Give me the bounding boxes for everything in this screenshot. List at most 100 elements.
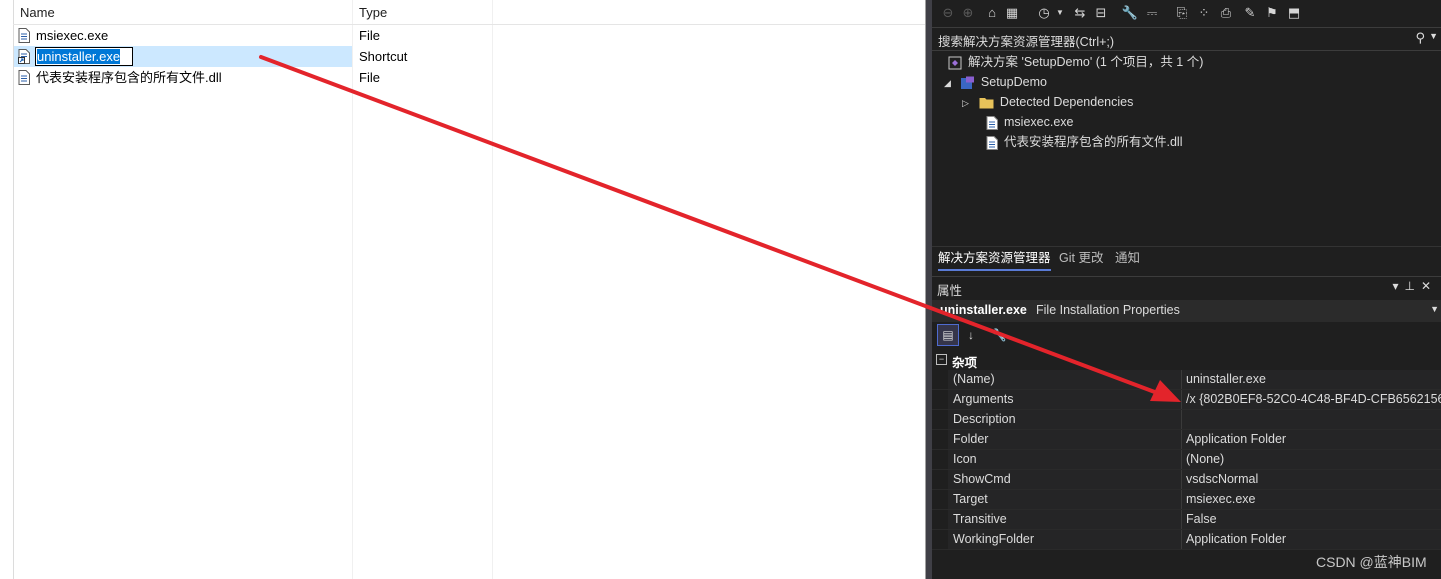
setup-project-icon [960, 76, 974, 89]
property-row[interactable]: ShowCmd vsdscNormal [932, 470, 1441, 490]
properties-title: 属性 [937, 284, 963, 298]
property-key: Target [948, 490, 1181, 509]
chevron-down-icon[interactable]: ▼ [1430, 304, 1439, 314]
property-value[interactable] [1181, 410, 1441, 429]
tree-item-label: 代表安装程序包含的所有文件.dll [1004, 135, 1183, 149]
tree-item-label: msiexec.exe [1004, 115, 1074, 129]
tree-solution[interactable]: 解决方案 'SetupDemo' (1 个项目，共 1 个) [948, 52, 1203, 72]
visual-studio-pane: ⊖ ⊕ ⌂ ▦ ◷ ▼ ⇆ ⊟ 🔧 ⎓ ⎘ ⁘ ⎙ ✎ ⚑ ⬒ 搜索解决方案资源… [932, 0, 1441, 579]
property-row[interactable]: Description [932, 410, 1441, 430]
sync-icon[interactable]: ⇆ [1071, 4, 1089, 22]
project-label: SetupDemo [980, 75, 1047, 89]
tool-window-tabs: 解决方案资源管理器 Git 更改 通知 [932, 246, 1441, 271]
property-key: Description [948, 410, 1181, 429]
tree-project[interactable]: ◢ SetupDemo [944, 72, 1047, 92]
pin-icon[interactable]: ⊥ [1404, 279, 1420, 293]
expanded-arrow-icon[interactable]: ◢ [944, 78, 951, 88]
properties-window-header: 属性 ▾⊥✕ [932, 276, 1441, 299]
property-key: WorkingFolder [948, 530, 1181, 549]
property-row[interactable]: Icon (None) [932, 450, 1441, 470]
property-value[interactable]: (None) [1181, 450, 1441, 469]
chevron-down-icon[interactable]: ▼ [1429, 31, 1438, 41]
tab-git-changes[interactable]: Git 更改 [1059, 247, 1103, 269]
file-type: File [359, 28, 380, 43]
rename-input-text: uninstaller.exe [37, 49, 121, 64]
registry-editor-icon[interactable]: ⁘ [1195, 4, 1213, 22]
file-name: msiexec.exe [36, 28, 109, 43]
property-value[interactable]: vsdscNormal [1181, 470, 1441, 489]
forward-icon[interactable]: ⊕ [959, 4, 977, 22]
property-value[interactable]: Application Folder [1181, 530, 1441, 549]
property-row[interactable]: Folder Application Folder [932, 430, 1441, 450]
property-value[interactable]: uninstaller.exe [1181, 370, 1441, 389]
home-icon[interactable]: ⌂ [983, 4, 1001, 22]
rename-input[interactable]: uninstaller.exe [35, 47, 134, 66]
tree-item-dependencies[interactable]: ▷ Detected Dependencies [962, 92, 1133, 112]
object-name: uninstaller.exe [940, 303, 1027, 317]
window-controls: ▾⊥✕ [1392, 279, 1437, 293]
file-types-icon[interactable]: ⎙ [1217, 4, 1235, 22]
left-gutter [0, 0, 14, 579]
solution-search-box[interactable]: 搜索解决方案资源管理器(Ctrl+;) ⚲ ▼ [932, 27, 1441, 51]
file-type: File [359, 70, 380, 85]
tree-item-file[interactable]: 代表安装程序包含的所有文件.dll [986, 132, 1182, 152]
user-interface-icon[interactable]: ⬒ [1285, 4, 1303, 22]
property-value[interactable]: /x {802B0EF8-52C0-4C48-BF4D-CFB6562156 [1181, 390, 1441, 409]
object-selector[interactable]: uninstaller.exe File Installation Proper… [932, 300, 1441, 322]
shortcut-icon [18, 49, 30, 64]
property-row[interactable]: Arguments/x {802B0EF8-52C0-4C48-BF4D-CFB… [932, 390, 1441, 410]
file-row[interactable]: 代表安装程序包含的所有文件.dll File [14, 67, 921, 88]
column-header-name[interactable]: Name [20, 0, 55, 24]
file-icon [18, 70, 30, 85]
launch-conditions-icon[interactable]: ⚑ [1263, 4, 1281, 22]
categorized-icon[interactable]: ▤ [937, 324, 959, 346]
property-key: Folder [948, 430, 1181, 449]
custom-actions-icon[interactable]: ✎ [1241, 4, 1259, 22]
file-row-selected[interactable]: uninstaller.exe Shortcut [14, 46, 921, 67]
property-key: ShowCmd [948, 470, 1181, 489]
property-key: Arguments [948, 390, 1181, 409]
properties-toolbar: ▤ ↓ 🔧 [932, 323, 1441, 348]
search-icon[interactable]: ⚲ [1415, 30, 1425, 46]
property-key: (Name) [948, 370, 1181, 389]
chevron-down-icon[interactable]: ▾ [1392, 279, 1404, 293]
tab-notifications[interactable]: 通知 [1115, 247, 1140, 269]
search-input[interactable]: 搜索解决方案资源管理器(Ctrl+;) [938, 31, 1114, 50]
preview-icon[interactable]: ⎓ [1143, 4, 1161, 22]
file-icon [986, 115, 998, 130]
property-row[interactable]: (Name) uninstaller.exe [932, 370, 1441, 390]
property-key: Transitive [948, 510, 1181, 529]
property-pages-wrench-icon[interactable]: 🔧 [989, 325, 1009, 345]
back-icon[interactable]: ⊖ [939, 4, 957, 22]
tree-item-file[interactable]: msiexec.exe [986, 112, 1073, 132]
property-category[interactable]: − 杂项 [932, 350, 1441, 370]
solution-label: 解决方案 'SetupDemo' (1 个项目，共 1 个) [968, 55, 1204, 69]
file-editor-icon[interactable]: ⎘ [1173, 4, 1191, 22]
property-grid: (Name) uninstaller.exe Arguments/x {802B0… [932, 370, 1441, 550]
solution-explorer-toolbar: ⊖ ⊕ ⌂ ▦ ◷ ▼ ⇆ ⊟ 🔧 ⎓ ⎘ ⁘ ⎙ ✎ ⚑ ⬒ [932, 0, 1441, 26]
chevron-down-icon[interactable]: ▼ [1051, 4, 1069, 22]
properties-wrench-icon[interactable]: 🔧 [1121, 4, 1139, 22]
alphabetical-sort-icon[interactable]: ↓ [961, 325, 981, 345]
property-value[interactable]: Application Folder [1181, 430, 1441, 449]
property-key: Icon [948, 450, 1181, 469]
folder-icon [979, 98, 994, 109]
category-label: 杂项 [952, 356, 978, 370]
collapse-toggle-icon[interactable]: − [936, 354, 947, 365]
property-row[interactable]: Target msiexec.exe [932, 490, 1441, 510]
collapse-all-icon[interactable]: ⊟ [1092, 4, 1110, 22]
collapsed-arrow-icon[interactable]: ▷ [962, 98, 969, 108]
column-header-type[interactable]: Type [359, 0, 387, 24]
property-value[interactable]: False [1181, 510, 1441, 529]
tab-solution-explorer[interactable]: 解决方案资源管理器 [938, 247, 1051, 271]
object-kind: File Installation Properties [1036, 303, 1180, 317]
property-value[interactable]: msiexec.exe [1181, 490, 1441, 509]
watermark: CSDN @蓝神BIM [1316, 554, 1427, 570]
close-icon[interactable]: ✕ [1421, 279, 1437, 293]
property-row[interactable]: WorkingFolder Application Folder [932, 530, 1441, 550]
file-row[interactable]: msiexec.exe File [14, 25, 921, 46]
property-row[interactable]: Transitive False [932, 510, 1441, 530]
file-name: 代表安装程序包含的所有文件.dll [36, 70, 222, 85]
file-icon [986, 135, 998, 150]
switch-views-icon[interactable]: ▦ [1003, 4, 1021, 22]
